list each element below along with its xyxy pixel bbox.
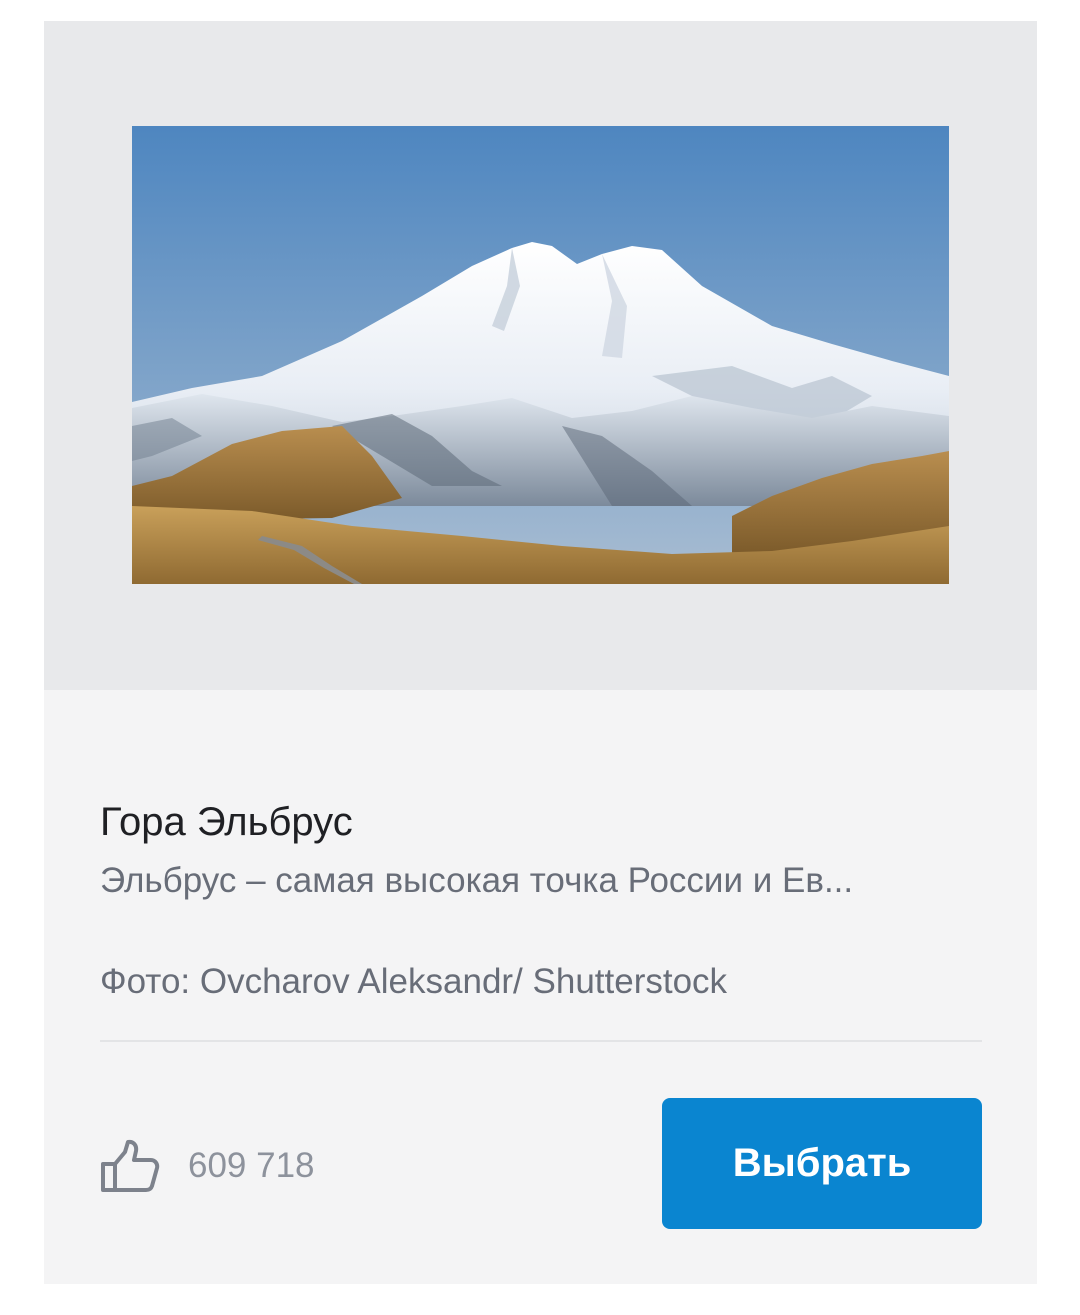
card-title: Гора Эльбрус xyxy=(100,800,353,844)
choose-button[interactable]: Выбрать xyxy=(662,1098,982,1229)
thumbs-up-icon xyxy=(101,1139,160,1192)
photo-frame xyxy=(44,21,1037,690)
like-count: 609 718 xyxy=(188,1146,315,1185)
photo-card: Гора Эльбрус Эльбрус – самая высокая точ… xyxy=(44,21,1037,1284)
like-button[interactable]: 609 718 xyxy=(100,1138,315,1194)
elbrus-photo xyxy=(132,126,949,584)
photo-credit: Фото: Ovcharov Aleksandr/ Shutterstock xyxy=(100,962,728,1001)
divider xyxy=(100,1040,982,1042)
card-description: Эльбрус – самая высокая точка России и Е… xyxy=(100,861,854,900)
